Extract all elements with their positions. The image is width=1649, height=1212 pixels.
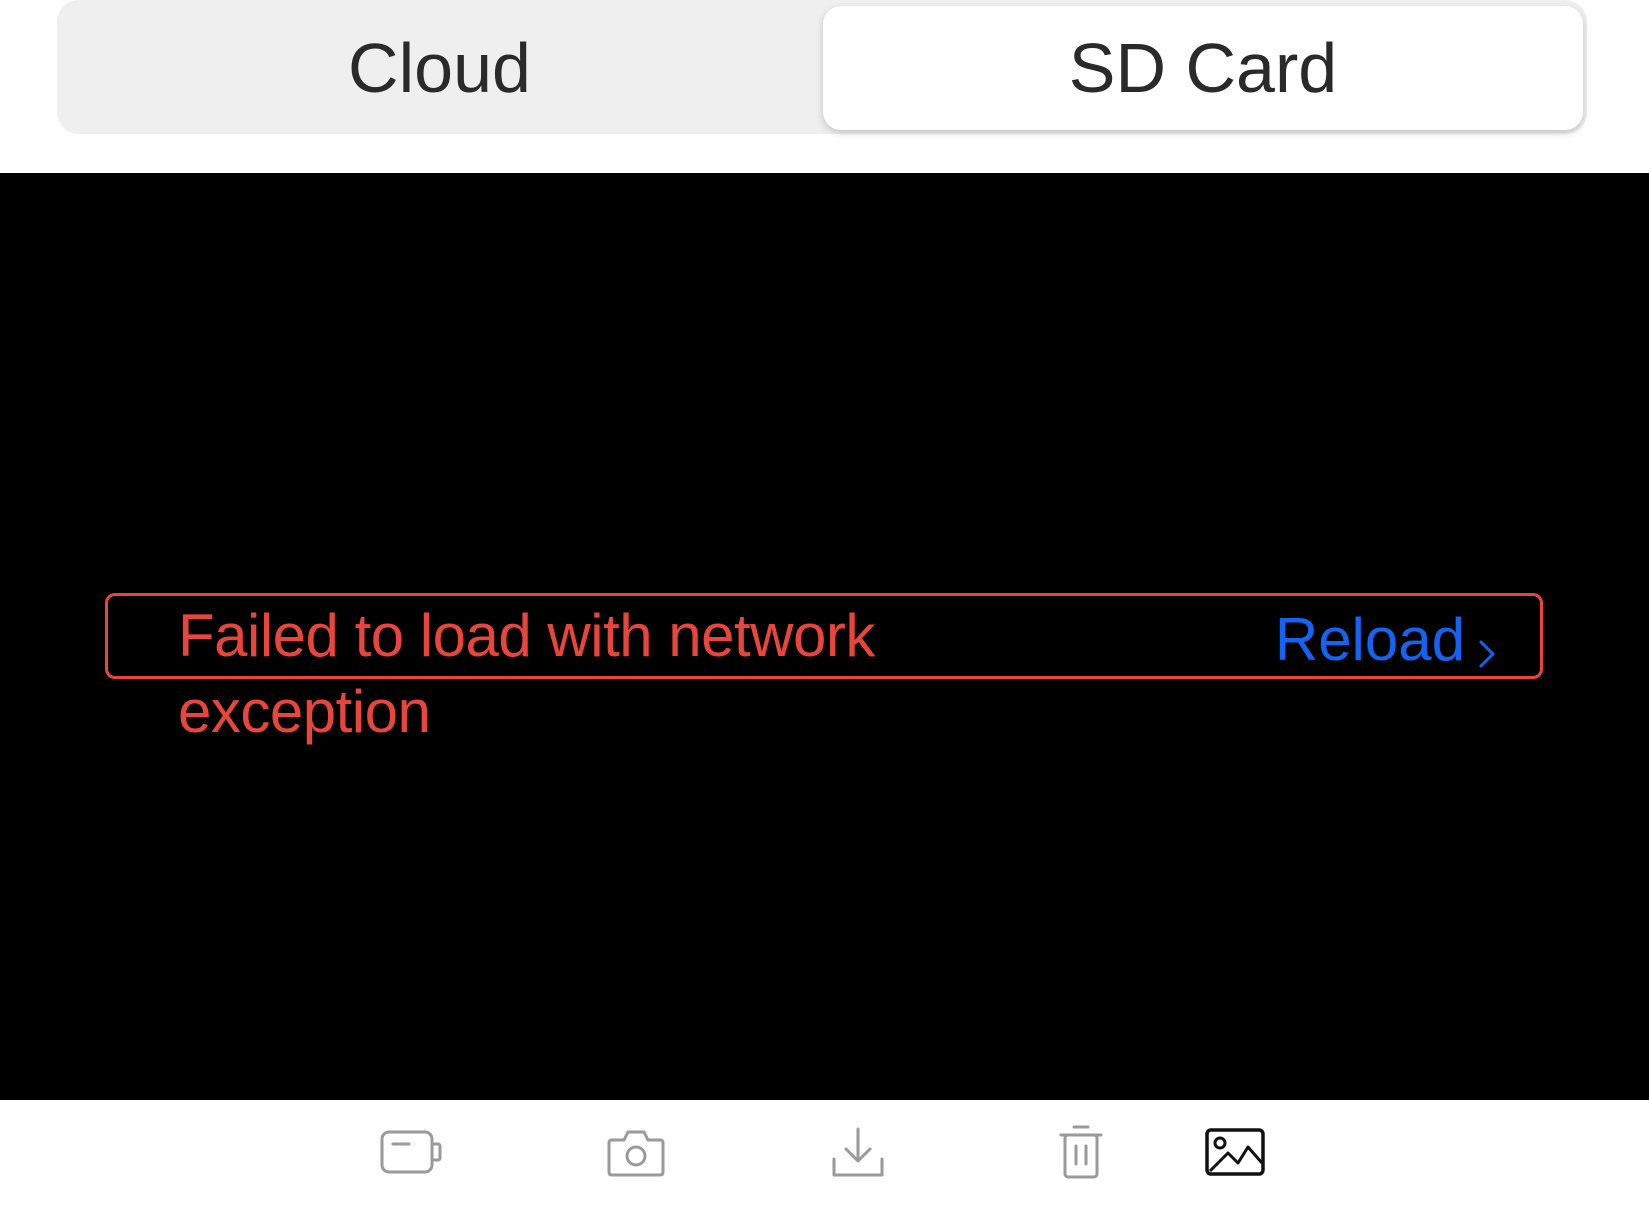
sd-card-playback-screen: Cloud SD Card Failed to load with networ…: [0, 0, 1649, 1212]
tab-sd-card[interactable]: SD Card: [823, 6, 1583, 130]
download-icon[interactable]: [823, 1122, 893, 1182]
gallery-icon[interactable]: [1200, 1122, 1270, 1182]
chevron-right-icon: [1475, 619, 1499, 668]
source-segmented-control: Cloud SD Card: [57, 0, 1587, 134]
error-message: Failed to load with network exception: [178, 602, 875, 745]
tab-cloud[interactable]: Cloud: [57, 6, 822, 130]
playback-toolbar: [0, 1100, 1649, 1212]
camera-icon[interactable]: [601, 1122, 671, 1182]
video-player[interactable]: Failed to load with network exception Re…: [0, 173, 1649, 1100]
reload-label: Reload: [1274, 605, 1465, 673]
reload-button[interactable]: Reload: [1275, 601, 1499, 677]
delete-icon[interactable]: [1046, 1122, 1116, 1182]
record-video-icon[interactable]: [377, 1122, 447, 1182]
